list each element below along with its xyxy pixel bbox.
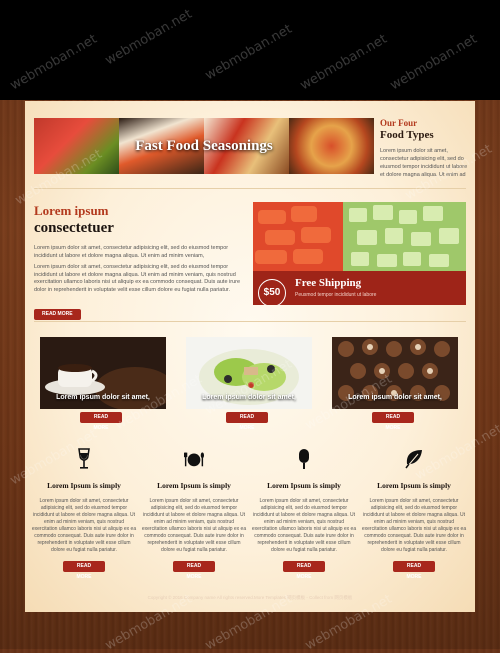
- popsicle-icon: [299, 449, 309, 469]
- intro-paragraph-2: Lorem ipsum dolor sit amet, consectetur …: [34, 264, 241, 293]
- intro-section: Lorem ipsum consectetuer Lorem ipsum dol…: [34, 203, 249, 320]
- photo-read-more-button-3[interactable]: READ MORE: [372, 412, 414, 431]
- feature-text: Lorem ipsum dolor sit amet, consectetur …: [31, 498, 137, 553]
- photo-card-salad[interactable]: Lorem ipsum dolor sit amet,: [186, 337, 312, 409]
- divider: [34, 321, 466, 322]
- free-shipping-card[interactable]: $50 Free Shipping Peusmod tempor incidid…: [253, 202, 466, 305]
- plate-cutlery-icon: [184, 452, 204, 467]
- feature-column-2: Lorem Ipsum is simply Lorem ipsum dolor …: [141, 448, 247, 583]
- intro-heading-accent: Lorem ipsum: [34, 203, 109, 218]
- intro-paragraph-1: Lorem ipsum dolor sit amet, consectetur …: [34, 245, 229, 259]
- feature-read-more-button-3[interactable]: READ MORE: [283, 561, 325, 580]
- intro-read-more-button[interactable]: READ MORE: [34, 309, 81, 320]
- feature-text: Lorem ipsum dolor sit amet, consectetur …: [361, 498, 467, 553]
- photo-card-coffee[interactable]: Lorem ipsum dolor sit amet,: [40, 337, 166, 409]
- our-four-label: Our Four: [380, 118, 418, 128]
- our-four-title: Food Types: [380, 129, 434, 141]
- footer-copyright: Copyright © 2016 Company name All rights…: [147, 595, 353, 600]
- feature-text: Lorem ipsum dolor sit amet, consectetur …: [251, 498, 357, 553]
- feature-title: Lorem Ipsum is simply: [377, 481, 451, 490]
- feature-read-more-button-4[interactable]: READ MORE: [393, 561, 435, 580]
- feature-title: Lorem Ipsum is simply: [47, 481, 121, 490]
- price-badge: $50: [258, 279, 286, 305]
- feature-title: Lorem Ipsum is simply: [157, 481, 231, 490]
- shipping-subtitle: Peusmod tempor incididunt ut labore: [295, 292, 377, 298]
- feature-read-more-button-2[interactable]: READ MORE: [173, 561, 215, 580]
- photo-read-more-button-2[interactable]: READ MORE: [226, 412, 268, 431]
- feature-title: Lorem Ipsum is simply: [267, 481, 341, 490]
- divider: [34, 188, 466, 189]
- feature-text: Lorem ipsum dolor sit amet, consectetur …: [141, 498, 247, 553]
- vegetables-photo: [253, 202, 466, 271]
- feature-column-3: Lorem Ipsum is simply Lorem ipsum dolor …: [251, 448, 357, 583]
- intro-heading: consectetuer: [34, 220, 114, 236]
- page-container: Fast Food Seasonings Our Four Food Types…: [25, 101, 475, 612]
- shipping-banner-bar: $50 Free Shipping Peusmod tempor incidid…: [253, 271, 466, 305]
- shipping-title: Free Shipping: [295, 277, 362, 289]
- feature-read-more-button-1[interactable]: READ MORE: [63, 561, 105, 580]
